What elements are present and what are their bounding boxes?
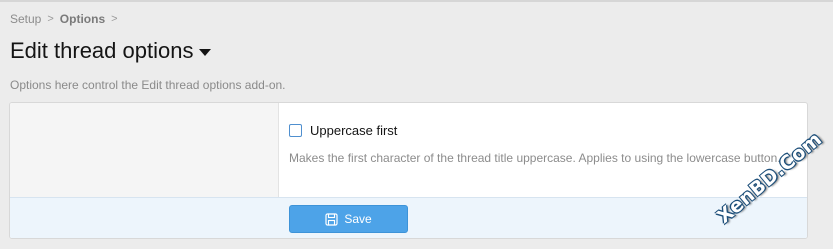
save-icon: [325, 212, 338, 226]
breadcrumb-item-options[interactable]: Options: [60, 12, 105, 26]
title-row: Edit thread options: [10, 38, 212, 64]
save-button-label: Save: [344, 212, 372, 226]
watermark-logo: XenBD.Com: [713, 128, 827, 228]
page: Setup > Options > Edit thread options Op…: [0, 0, 833, 249]
watermark: XenBD.Com: [711, 123, 827, 235]
uppercase-first-label[interactable]: Uppercase first: [310, 123, 397, 138]
breadcrumb-item-setup[interactable]: Setup: [10, 12, 41, 26]
save-button[interactable]: Save: [289, 205, 408, 233]
option-label-column: [10, 103, 279, 197]
uppercase-first-checkbox[interactable]: [289, 124, 302, 137]
options-form: Uppercase first Makes the first characte…: [9, 102, 808, 239]
breadcrumb-separator: >: [111, 13, 118, 25]
option-uppercase-first[interactable]: Uppercase first: [289, 123, 397, 138]
breadcrumb: Setup > Options >: [10, 12, 118, 26]
form-footer: Save: [10, 197, 807, 238]
page-description: Options here control the Edit thread opt…: [10, 78, 286, 92]
page-title: Edit thread options: [10, 38, 194, 63]
caret-down-icon[interactable]: [199, 49, 212, 56]
breadcrumb-separator: >: [47, 13, 54, 25]
